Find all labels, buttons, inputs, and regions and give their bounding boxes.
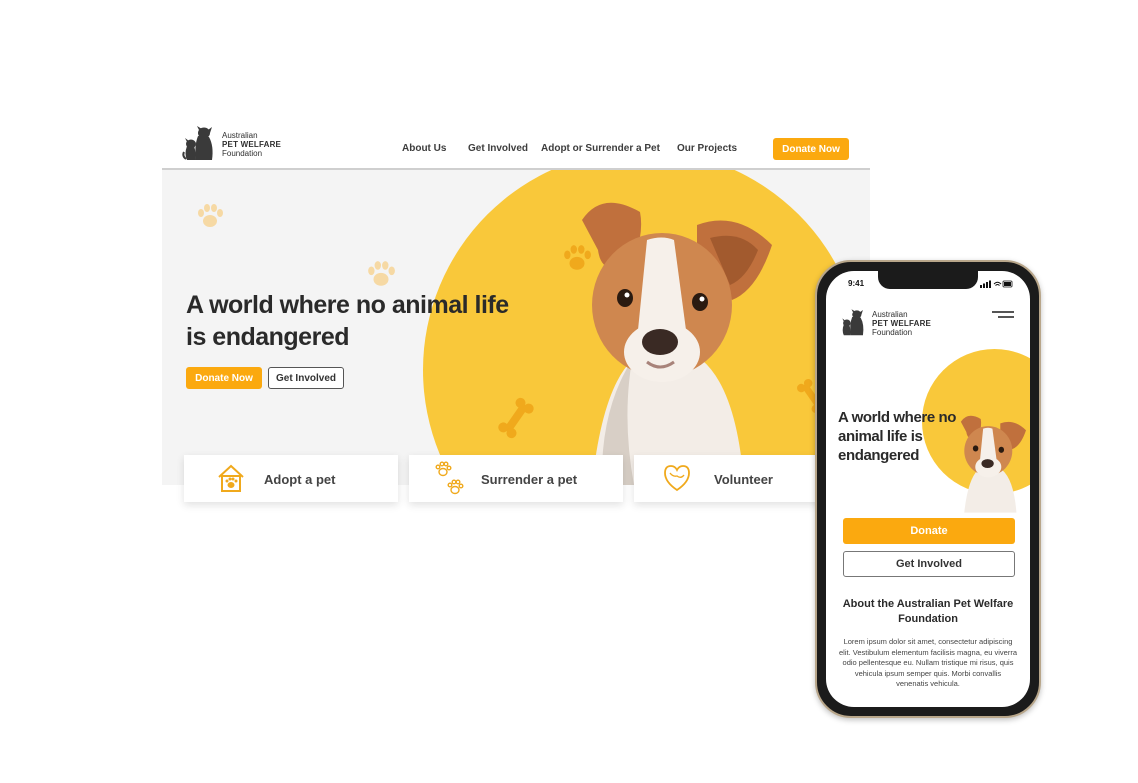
phone-mockup: 9:41 Australian PET WELFARE Foundation A… <box>815 260 1041 718</box>
desktop-header: Australian PET WELFARE Foundation About … <box>162 118 870 170</box>
mobile-donate-button[interactable]: Donate <box>843 518 1015 544</box>
house-paw-icon <box>218 464 244 492</box>
header-donate-button[interactable]: Donate Now <box>773 138 849 160</box>
card-label: Volunteer <box>714 472 773 487</box>
brand-line-1: Australian <box>872 309 908 319</box>
dog-cat-logo-icon <box>182 126 213 160</box>
about-title: About the Australian Pet Welfare Foundat… <box>842 598 1014 625</box>
phone-notch <box>878 271 978 289</box>
status-time: 9:41 <box>848 279 865 288</box>
phone-screen: 9:41 Australian PET WELFARE Foundation A… <box>826 271 1030 707</box>
brand-line-1: Australian <box>222 130 258 140</box>
paw-print-icon <box>198 204 223 227</box>
mobile-get-involved-button[interactable]: Get Involved <box>843 551 1015 577</box>
bone-icon <box>498 397 534 439</box>
brand-line-3: Foundation <box>222 148 263 158</box>
brand-logo[interactable]: Australian PET WELFARE Foundation <box>182 126 281 162</box>
card-label: Surrender a pet <box>481 472 578 487</box>
puppy-image <box>582 202 772 485</box>
card-label: Adopt a pet <box>264 472 336 487</box>
about-body: Lorem ipsum dolor sit amet, consectetur … <box>839 637 1017 688</box>
hero-donate-button[interactable]: Donate Now <box>186 367 262 389</box>
nav-get-involved[interactable]: Get Involved <box>468 143 528 154</box>
paw-print-icon <box>368 261 395 286</box>
brand-line-3: Foundation <box>872 327 913 337</box>
nav-about-us[interactable]: About Us <box>402 143 446 154</box>
hero-get-involved-button[interactable]: Get Involved <box>268 367 344 389</box>
hero-title: A world where no animal life is endanger… <box>186 291 509 351</box>
mobile-brand-name: Australian PET WELFARE Foundation <box>872 310 931 337</box>
desktop-mockup: Australian PET WELFARE Foundation About … <box>162 118 870 513</box>
paw-prints-icon <box>435 461 464 495</box>
brand-name: Australian PET WELFARE Foundation <box>222 131 281 158</box>
card-adopt-a-pet[interactable]: Adopt a pet <box>184 455 398 502</box>
status-icons <box>980 280 1013 288</box>
brand-line-2: PET WELFARE <box>872 318 932 328</box>
nav-adopt-surrender[interactable]: Adopt or Surrender a Pet <box>541 143 660 154</box>
heart-hands-icon <box>664 465 690 492</box>
nav-our-projects[interactable]: Our Projects <box>677 143 737 154</box>
mobile-brand-logo[interactable]: Australian PET WELFARE Foundation <box>840 309 931 337</box>
hamburger-menu-icon[interactable] <box>992 311 1014 321</box>
dog-cat-logo-icon <box>842 309 864 336</box>
brand-line-2: PET WELFARE <box>222 139 282 149</box>
mobile-hero-title: A world where no animal life is endanger… <box>838 409 957 464</box>
hero-section: A world where no animal life is endanger… <box>162 170 870 485</box>
card-surrender-a-pet[interactable]: Surrender a pet <box>409 455 623 502</box>
